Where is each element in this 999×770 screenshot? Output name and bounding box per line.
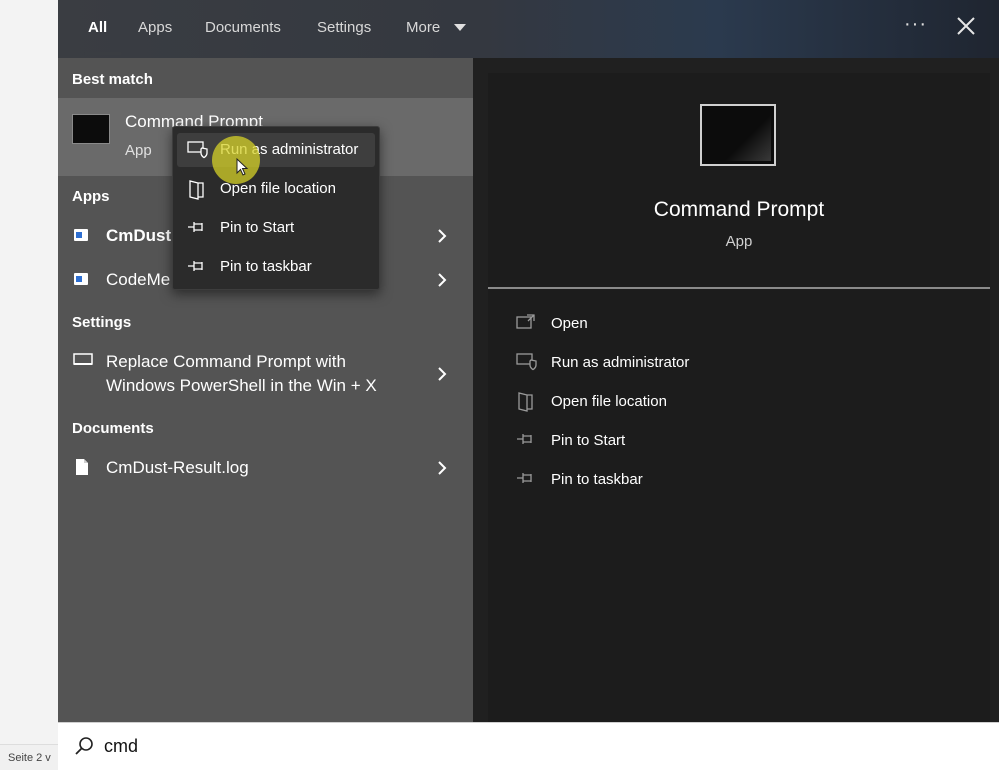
mouse-cursor-icon bbox=[236, 158, 249, 176]
chevron-right-icon[interactable] bbox=[436, 272, 448, 288]
folder-icon bbox=[518, 392, 533, 412]
section-header-documents: Documents bbox=[72, 420, 154, 437]
tab-documents[interactable]: Documents bbox=[205, 17, 281, 39]
chevron-right-icon[interactable] bbox=[436, 228, 448, 244]
command-prompt-icon bbox=[72, 114, 110, 144]
context-menu-run-as-admin[interactable]: Run as administrator bbox=[177, 133, 375, 167]
context-menu-item-label: Pin to taskbar bbox=[220, 258, 312, 275]
action-open-label: Open bbox=[551, 315, 588, 332]
search-box[interactable] bbox=[58, 722, 999, 770]
section-header-best-match: Best match bbox=[72, 71, 153, 88]
settings-result[interactable]: Replace Command Prompt with Windows Powe… bbox=[58, 348, 473, 404]
shield-window-icon bbox=[187, 141, 208, 159]
app-icon bbox=[74, 273, 88, 285]
best-match-subtitle: App bbox=[125, 142, 152, 159]
context-menu-open-file-location[interactable]: Open file location bbox=[177, 172, 375, 206]
more-options-icon[interactable]: ··· bbox=[904, 13, 927, 36]
search-icon bbox=[75, 737, 93, 755]
app-result-label: CodeMe bbox=[106, 270, 171, 289]
monitor-icon bbox=[73, 353, 93, 365]
app-icon bbox=[74, 229, 88, 241]
shield-window-icon bbox=[516, 353, 537, 371]
action-open[interactable]: Open bbox=[516, 308, 976, 340]
action-pin-to-start-label: Pin to Start bbox=[551, 432, 626, 449]
tab-apps[interactable]: Apps bbox=[138, 17, 172, 39]
search-input[interactable] bbox=[104, 733, 904, 759]
action-run-as-admin-label: Run as administrator bbox=[551, 354, 690, 371]
action-open-file-location-label: Open file location bbox=[551, 393, 667, 410]
pin-icon bbox=[188, 222, 203, 232]
preview-divider bbox=[488, 287, 990, 289]
open-icon bbox=[516, 314, 535, 329]
context-menu-pin-to-start[interactable]: Pin to Start bbox=[177, 211, 375, 245]
preview-subtitle: App bbox=[725, 233, 753, 250]
document-icon bbox=[76, 459, 88, 475]
action-pin-to-start[interactable]: Pin to Start bbox=[516, 425, 976, 457]
caret-down-icon[interactable] bbox=[454, 24, 466, 31]
pin-icon bbox=[188, 261, 203, 271]
action-run-as-admin[interactable]: Run as administrator bbox=[516, 347, 976, 379]
action-open-file-location[interactable]: Open file location bbox=[516, 386, 976, 418]
context-menu-item-label: Pin to Start bbox=[220, 219, 295, 236]
tab-settings[interactable]: Settings bbox=[317, 17, 371, 39]
settings-result-line1: Replace Command Prompt with bbox=[106, 352, 346, 371]
filter-tab-bar: All Apps Documents Settings More ··· bbox=[58, 0, 999, 58]
action-pin-to-taskbar[interactable]: Pin to taskbar bbox=[516, 464, 976, 496]
section-header-settings: Settings bbox=[72, 314, 132, 331]
folder-icon bbox=[189, 180, 204, 200]
chevron-right-icon[interactable] bbox=[436, 366, 448, 382]
tab-all[interactable]: All bbox=[88, 17, 107, 39]
chevron-right-icon[interactable] bbox=[436, 460, 448, 476]
preview-pane: Command Prompt App Open Run as administr… bbox=[488, 73, 990, 722]
pin-icon bbox=[517, 473, 532, 483]
document-result-label: CmDust-Result.log bbox=[106, 458, 249, 477]
settings-result-line2: Windows PowerShell in the Win + X bbox=[106, 376, 377, 395]
tab-more[interactable]: More bbox=[406, 17, 440, 39]
context-menu-pin-to-taskbar[interactable]: Pin to taskbar bbox=[177, 250, 375, 284]
command-prompt-large-icon bbox=[700, 104, 776, 166]
background-document bbox=[0, 0, 58, 770]
context-menu: Run as administrator Open file location … bbox=[172, 126, 380, 290]
preview-title: Command Prompt bbox=[653, 198, 825, 221]
close-icon[interactable] bbox=[954, 12, 978, 40]
tab-all-indicator bbox=[84, 52, 122, 55]
document-result[interactable]: CmDust-Result.log bbox=[58, 448, 473, 488]
pin-icon bbox=[517, 434, 532, 444]
action-pin-to-taskbar-label: Pin to taskbar bbox=[551, 471, 643, 488]
section-header-apps: Apps bbox=[72, 188, 110, 205]
search-panel: All Apps Documents Settings More ··· Bes… bbox=[58, 0, 999, 722]
app-result-label: CmDust bbox=[106, 226, 172, 245]
background-status-text: Seite 2 v bbox=[0, 744, 60, 770]
